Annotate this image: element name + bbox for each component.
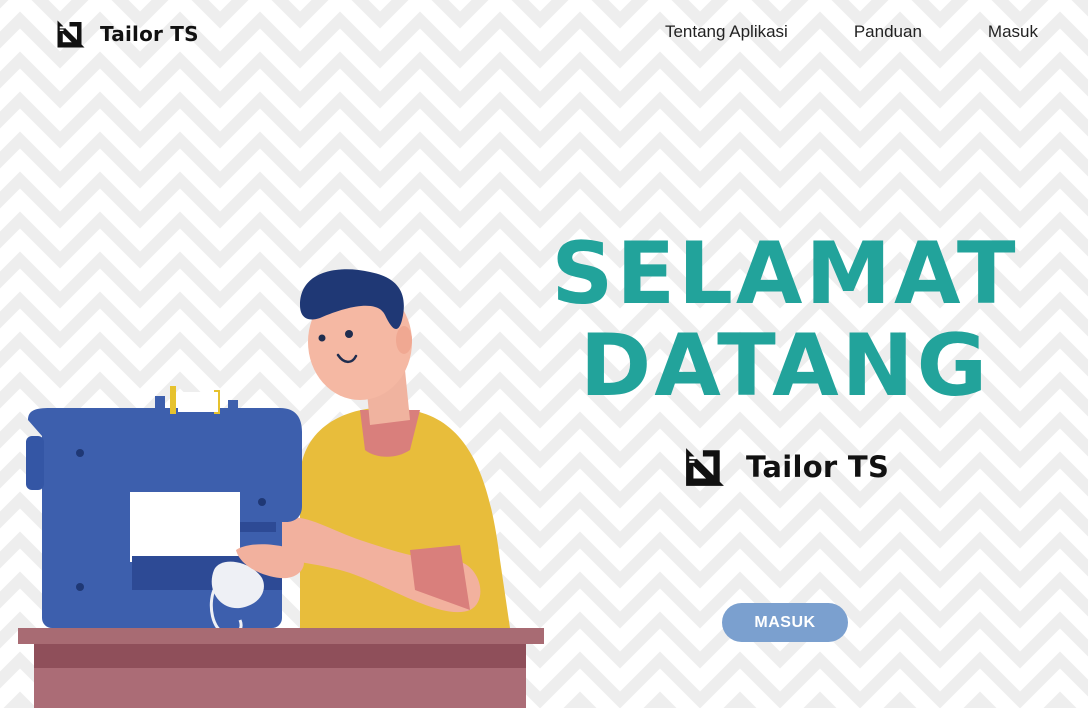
- tailor-ruler-icon: [686, 448, 724, 486]
- hero-brand-name: Tailor TS: [746, 450, 890, 484]
- hero-title: SELAMAT DATANG: [550, 228, 1020, 412]
- brand-name: Tailor TS: [100, 22, 199, 46]
- tailor-ruler-icon: [57, 20, 85, 48]
- nav-link-about[interactable]: Tentang Aplikasi: [665, 22, 788, 42]
- nav-link-guide[interactable]: Panduan: [854, 22, 922, 42]
- login-button[interactable]: MASUK: [722, 603, 848, 642]
- brand-link[interactable]: Tailor TS: [56, 18, 199, 50]
- nav-link-login[interactable]: Masuk: [988, 22, 1038, 42]
- main-nav: Tentang Aplikasi Panduan Masuk: [665, 22, 1038, 42]
- hero-brand: Tailor TS: [684, 444, 889, 490]
- hero-title-line1: SELAMAT: [551, 224, 1019, 324]
- hero-title-line2: DATANG: [579, 316, 991, 416]
- top-navbar: Tailor TS Tentang Aplikasi Panduan Masuk: [0, 0, 1088, 70]
- tailor-sewing-illustration: [18, 269, 544, 708]
